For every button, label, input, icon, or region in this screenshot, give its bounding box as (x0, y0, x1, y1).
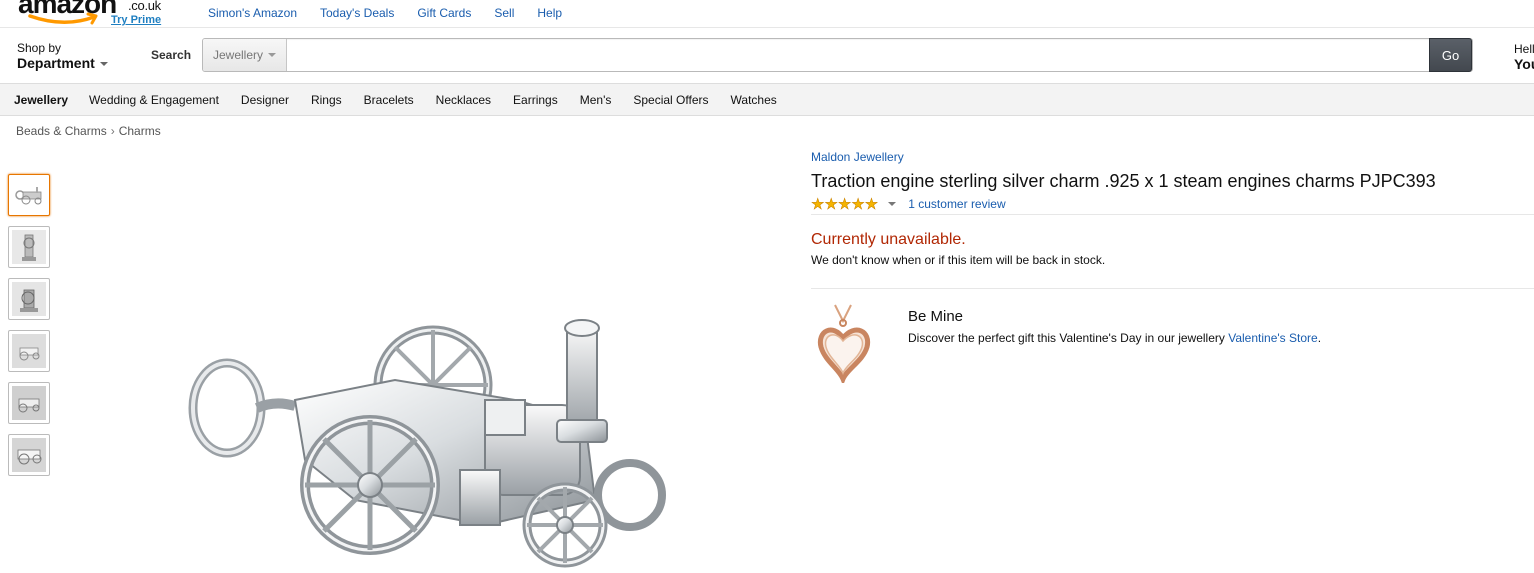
nav-simons-amazon[interactable]: Simon's Amazon (208, 6, 297, 20)
search-input[interactable]: Jewellery (202, 38, 1473, 72)
charm-thumbnail-icon (12, 282, 46, 316)
charm-thumbnail-icon (15, 187, 42, 205)
nav-gift-cards[interactable]: Gift Cards (417, 6, 471, 20)
search-label: Search (151, 48, 192, 62)
cat-watches[interactable]: Watches (731, 93, 777, 107)
promo-suffix: . (1317, 331, 1322, 345)
nav-help[interactable]: Help (537, 6, 562, 20)
thumbnail-1[interactable] (8, 174, 50, 216)
promo-body: Discover the perfect gift this Valentine… (908, 331, 1229, 345)
thumbnail-strip (8, 174, 50, 486)
hello-text: Hell (1514, 42, 1534, 56)
cat-earrings[interactable]: Earrings (513, 93, 558, 107)
valentines-store-link[interactable]: Valentine's Store (1228, 331, 1317, 345)
cat-rings[interactable]: Rings (311, 93, 342, 107)
availability-note: We don't know when or if this item will … (811, 253, 1106, 267)
cat-necklaces[interactable]: Necklaces (436, 93, 491, 107)
thumbnail-2[interactable] (8, 226, 50, 268)
promo-title: Be Mine (908, 308, 964, 325)
divider (811, 288, 1534, 289)
cat-designer[interactable]: Designer (241, 93, 289, 107)
cat-wedding-engagement[interactable]: Wedding & Engagement (89, 93, 219, 107)
smile-arrow-icon (28, 12, 98, 25)
breadcrumb-separator: › (110, 124, 115, 138)
customer-reviews-link[interactable]: 1 customer review (908, 197, 1005, 211)
divider (811, 214, 1534, 215)
amazon-logo[interactable]: amazon .co.uk Try Prime (18, 0, 163, 30)
thumbnail-5[interactable] (8, 382, 50, 424)
nav-todays-deals[interactable]: Today's Deals (320, 6, 394, 20)
account-menu[interactable]: Hell You (1514, 42, 1534, 71)
charm-thumbnail-icon (12, 334, 46, 368)
search-scope-dropdown[interactable]: Jewellery (203, 39, 287, 71)
chevron-down-icon[interactable] (888, 202, 897, 206)
top-bar: amazon .co.uk Try Prime Simon's Amazon T… (0, 0, 1534, 28)
department-label: Department (17, 56, 108, 71)
chevron-down-icon (268, 53, 277, 57)
search-scope-value: Jewellery (213, 48, 264, 62)
breadcrumb-charms[interactable]: Charms (119, 124, 161, 138)
product-main-image[interactable] (185, 310, 675, 573)
charm-thumbnail-icon (12, 386, 46, 420)
cat-special-offers[interactable]: Special Offers (633, 93, 708, 107)
go-button[interactable]: Go (1429, 38, 1472, 72)
your-account-text: You (1514, 56, 1534, 72)
thumbnail-6[interactable] (8, 434, 50, 476)
nav-sell[interactable]: Sell (494, 6, 514, 20)
star-rating-icon[interactable]: ★★★★★ (811, 195, 879, 214)
department-text: Department (17, 55, 95, 71)
shop-by-department-menu[interactable]: Shop by Department (17, 41, 108, 71)
top-nav: Simon's Amazon Today's Deals Gift Cards … (208, 6, 585, 20)
cat-mens[interactable]: Men's (580, 93, 612, 107)
category-nav: Jewellery Wedding & Engagement Designer … (0, 84, 1534, 116)
cat-jewellery[interactable]: Jewellery (14, 93, 68, 107)
charm-thumbnail-icon (12, 438, 46, 472)
product-title: Traction engine sterling silver charm .9… (811, 171, 1436, 191)
cat-bracelets[interactable]: Bracelets (364, 93, 414, 107)
heart-locket-image[interactable] (813, 303, 877, 383)
logo-tld: .co.uk (128, 0, 161, 13)
shop-by-label: Shop by (17, 41, 62, 55)
brand-link[interactable]: Maldon Jewellery (811, 150, 904, 164)
chevron-down-icon (99, 61, 108, 66)
rating-row: ★★★★★ 1 customer review (811, 195, 1006, 214)
breadcrumb-beads-charms[interactable]: Beads & Charms (16, 124, 107, 138)
availability-status: Currently unavailable. (811, 231, 966, 248)
charm-thumbnail-icon (12, 230, 46, 264)
search-row: Shop by Department Search Jewellery (0, 28, 1534, 84)
breadcrumb: Beads & Charms › Charms (16, 124, 161, 138)
try-prime-link[interactable]: Try Prime (111, 14, 161, 26)
promo-text: Discover the perfect gift this Valentine… (908, 331, 1321, 345)
thumbnail-3[interactable] (8, 278, 50, 320)
thumbnail-4[interactable] (8, 330, 50, 372)
